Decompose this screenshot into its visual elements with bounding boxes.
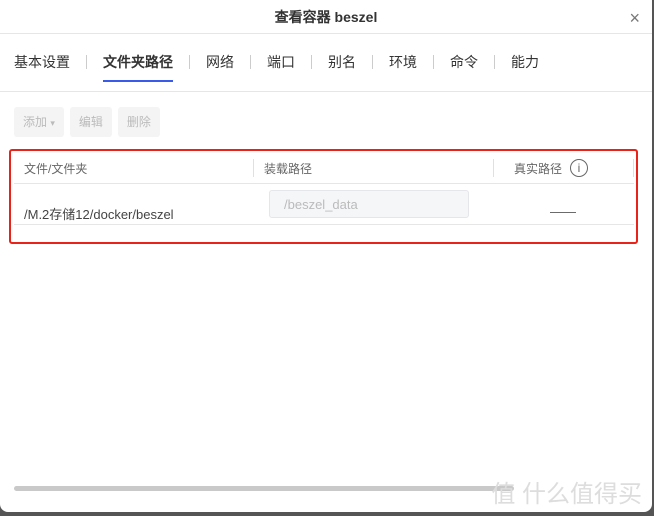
real-path: —— [550, 204, 576, 219]
header-mount: 装载路径 [264, 162, 313, 176]
delete-button[interactable]: 删除 [117, 107, 160, 137]
tab-folder-path[interactable]: 文件夹路径 [103, 52, 173, 82]
tab-alias[interactable]: 别名 [328, 52, 356, 76]
tab-port[interactable]: 端口 [267, 52, 295, 76]
header-real: 真实路径 [514, 162, 563, 176]
divider [0, 33, 652, 34]
dialog-title: 查看容器 beszel [274, 9, 378, 25]
tab-network[interactable]: 网络 [206, 52, 234, 76]
watermark: 值 什么值得买 [491, 481, 642, 508]
horizontal-scrollbar[interactable] [14, 486, 514, 491]
view-container-dialog: 查看容器 beszel × 基本设置 文件夹路径 网络 端口 别名 环境 命令 … [0, 0, 652, 512]
tab-command[interactable]: 命令 [450, 52, 478, 76]
file-path: /M.2存储12/docker/beszel [24, 207, 174, 222]
tab-bar: 基本设置 文件夹路径 网络 端口 别名 环境 命令 能力 [14, 52, 539, 82]
add-label: 添加 [23, 115, 48, 129]
tab-basic[interactable]: 基本设置 [14, 52, 70, 76]
tab-capability[interactable]: 能力 [511, 52, 539, 76]
edit-button[interactable]: 编辑 [69, 107, 112, 137]
add-button[interactable]: 添加 ▾ [14, 107, 64, 137]
info-icon[interactable]: i [570, 159, 588, 177]
mount-path-input[interactable]: /beszel_data [269, 190, 469, 218]
header-file: 文件/文件夹 [24, 162, 88, 176]
divider [0, 91, 652, 92]
close-icon[interactable]: × [629, 8, 640, 29]
caret-down-icon: ▾ [50, 118, 55, 128]
tab-env[interactable]: 环境 [389, 52, 417, 76]
